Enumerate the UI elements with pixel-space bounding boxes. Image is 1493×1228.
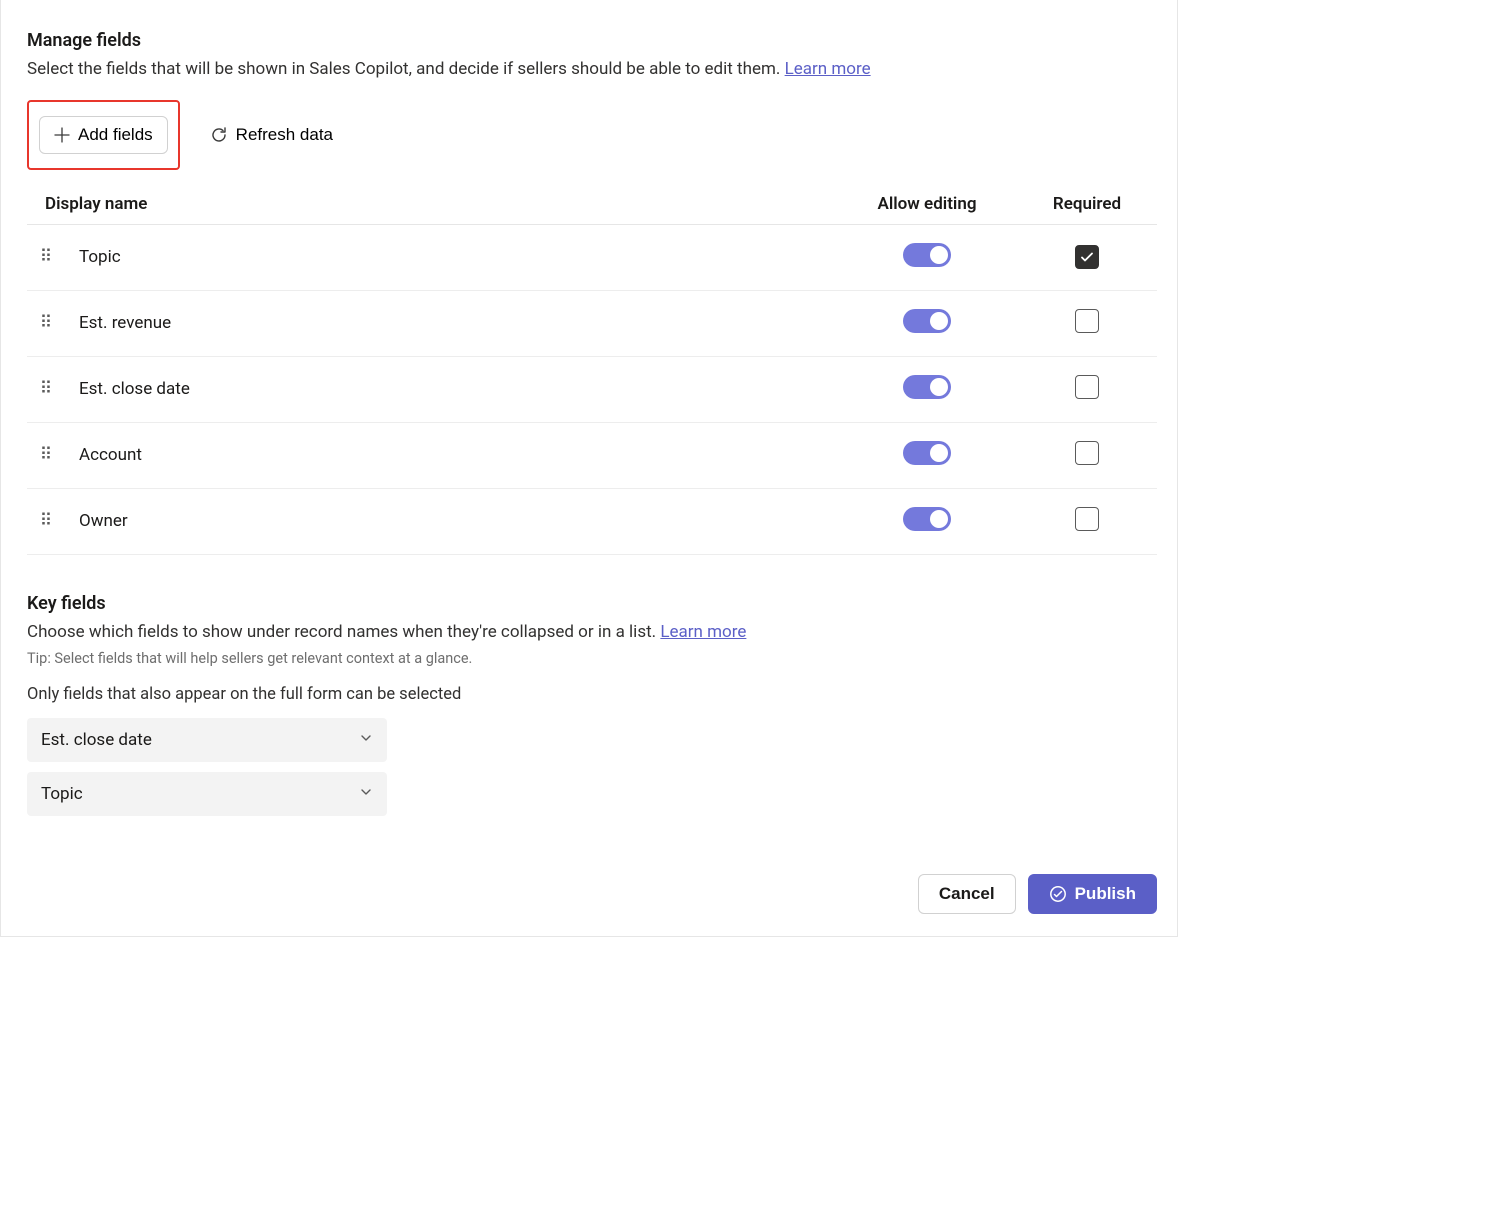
drag-handle-icon[interactable]: ⠿ xyxy=(40,445,54,465)
field-name: Owner xyxy=(67,488,837,554)
col-display-name: Display name xyxy=(27,186,837,225)
add-fields-label: Add fields xyxy=(78,125,153,145)
allow-editing-toggle[interactable] xyxy=(903,243,951,267)
required-checkbox[interactable] xyxy=(1075,309,1099,333)
publish-label: Publish xyxy=(1075,884,1136,904)
key-field-select-1[interactable]: Est. close date xyxy=(27,718,387,762)
required-checkbox[interactable] xyxy=(1075,507,1099,531)
manage-fields-learn-more-link[interactable]: Learn more xyxy=(785,59,871,79)
key-field-select-2[interactable]: Topic xyxy=(27,772,387,816)
allow-editing-toggle[interactable] xyxy=(903,441,951,465)
fields-table: Display name Allow editing Required ⠿ To… xyxy=(27,186,1157,555)
field-name: Est. close date xyxy=(67,356,837,422)
cancel-button[interactable]: Cancel xyxy=(918,874,1016,914)
check-icon xyxy=(1080,250,1094,264)
manage-fields-title: Manage fields xyxy=(27,30,1157,51)
key-fields-help: Only fields that also appear on the full… xyxy=(27,685,1157,704)
allow-editing-toggle[interactable] xyxy=(903,375,951,399)
key-field-select-1-value: Est. close date xyxy=(41,730,152,750)
publish-button[interactable]: Publish xyxy=(1028,874,1157,914)
plus-icon xyxy=(54,127,70,143)
table-row: ⠿ Est. revenue xyxy=(27,290,1157,356)
key-fields-desc-text: Choose which fields to show under record… xyxy=(27,622,660,642)
col-allow-editing: Allow editing xyxy=(837,186,1017,225)
field-name: Est. revenue xyxy=(67,290,837,356)
chevron-down-icon xyxy=(359,730,373,750)
drag-handle-icon[interactable]: ⠿ xyxy=(40,379,54,399)
chevron-down-icon xyxy=(359,784,373,804)
field-name: Topic xyxy=(67,224,837,290)
required-checkbox[interactable] xyxy=(1075,441,1099,465)
add-fields-highlight: Add fields xyxy=(27,100,180,170)
key-fields-title: Key fields xyxy=(27,593,1157,614)
drag-handle-icon[interactable]: ⠿ xyxy=(40,511,54,531)
allow-editing-toggle[interactable] xyxy=(903,309,951,333)
table-row: ⠿ Account xyxy=(27,422,1157,488)
drag-handle-icon[interactable]: ⠿ xyxy=(40,247,54,267)
manage-fields-desc: Select the fields that will be shown in … xyxy=(27,57,1157,82)
required-checkbox[interactable] xyxy=(1075,375,1099,399)
table-row: ⠿ Topic xyxy=(27,224,1157,290)
key-field-select-2-value: Topic xyxy=(41,784,83,804)
required-checkbox[interactable] xyxy=(1075,245,1099,269)
field-name: Account xyxy=(67,422,837,488)
add-fields-button[interactable]: Add fields xyxy=(39,116,168,154)
refresh-icon xyxy=(210,126,228,144)
key-fields-desc: Choose which fields to show under record… xyxy=(27,620,1157,645)
manage-fields-desc-text: Select the fields that will be shown in … xyxy=(27,59,785,79)
refresh-data-button[interactable]: Refresh data xyxy=(200,117,343,153)
allow-editing-toggle[interactable] xyxy=(903,507,951,531)
footer: Cancel Publish xyxy=(27,874,1157,914)
refresh-data-label: Refresh data xyxy=(236,125,333,145)
table-row: ⠿ Owner xyxy=(27,488,1157,554)
key-fields-tip: Tip: Select fields that will help seller… xyxy=(27,650,1157,667)
check-circle-icon xyxy=(1049,885,1067,903)
table-row: ⠿ Est. close date xyxy=(27,356,1157,422)
key-fields-learn-more-link[interactable]: Learn more xyxy=(660,622,746,642)
toolbar: Add fields Refresh data xyxy=(27,100,1157,170)
col-required: Required xyxy=(1017,186,1157,225)
drag-handle-icon[interactable]: ⠿ xyxy=(40,313,54,333)
